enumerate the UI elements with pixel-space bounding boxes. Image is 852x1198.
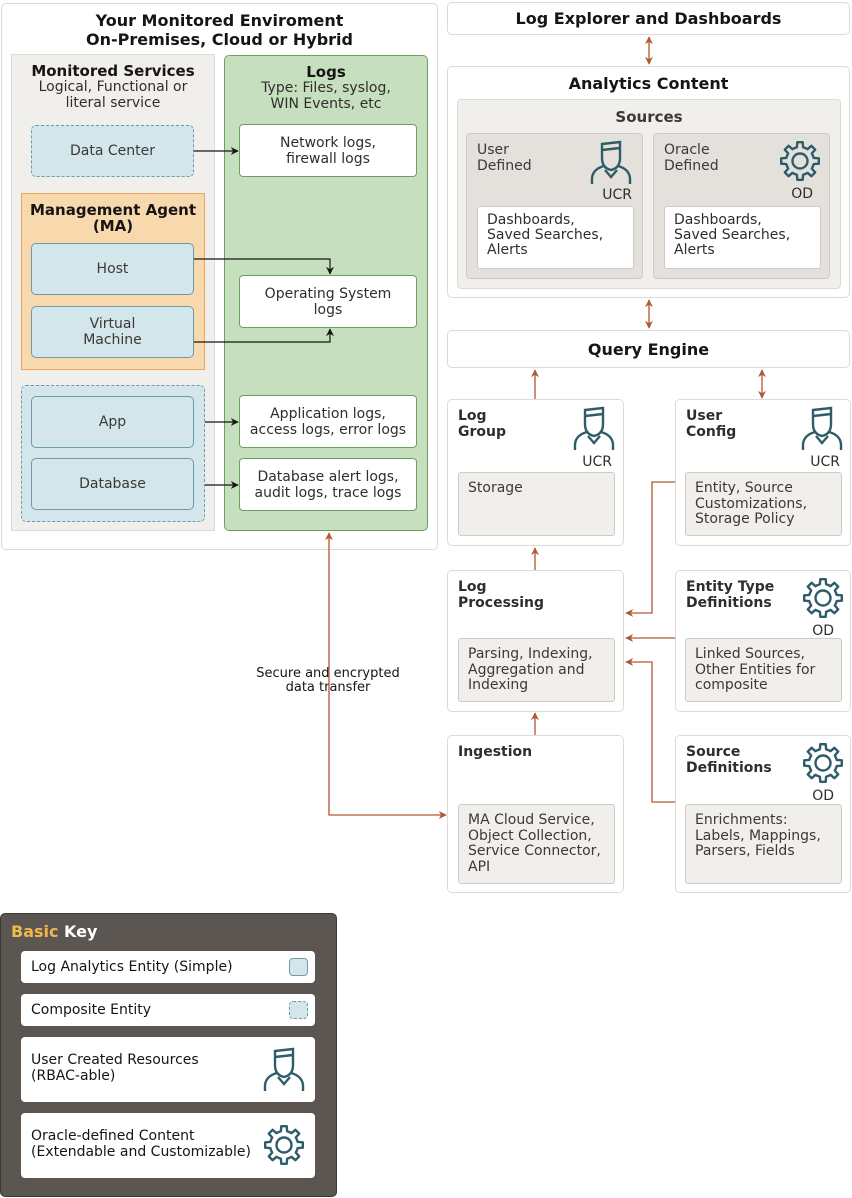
database-entity[interactable]: Database	[31, 458, 194, 510]
arrow-userconfig-processing	[625, 481, 675, 617]
oracle-defined-sources[interactable]: Oracle Defined OD Dashboards, Saved Sear…	[653, 133, 830, 279]
ucr-badge: UCR	[602, 187, 632, 203]
os-logs-box[interactable]: Operating System logs	[239, 275, 417, 328]
log-processing-content: Parsing, Indexing, Aggregation and Index…	[458, 638, 615, 702]
log-processing-box[interactable]: Log Processing Parsing, Indexing, Aggreg…	[447, 570, 624, 712]
log-group-box[interactable]: Log Group UCR Storage	[447, 399, 624, 546]
user-defined-content: Dashboards, Saved Searches, Alerts	[477, 206, 634, 269]
key-item-user-created-resources: User Created Resources (RBAC-able)	[21, 1037, 315, 1102]
ucr-badge: UCR	[582, 454, 612, 470]
user-icon	[588, 138, 634, 184]
ingestion-box[interactable]: Ingestion MA Cloud Service, Object Colle…	[447, 735, 624, 893]
data-center-entity[interactable]: Data Center	[31, 125, 194, 177]
source-definitions-box[interactable]: Source Definitions OD Enrichments: Label…	[675, 735, 851, 893]
storage-content: Storage	[458, 472, 615, 536]
key-item-simple-entity: Log Analytics Entity (Simple)	[21, 951, 315, 983]
secure-transfer-label: Secure and encrypted data transfer	[240, 667, 416, 695]
sources-title: Sources	[615, 108, 683, 126]
user-config-content: Entity, Source Customizations, Storage P…	[685, 472, 842, 536]
basic-key-title-accent: Basic	[11, 922, 59, 941]
source-definitions-content: Enrichments: Labels, Mappings, Parsers, …	[685, 804, 842, 884]
entity-type-content: Linked Sources, Other Entities for compo…	[685, 638, 842, 702]
key-item-oracle-defined-content: Oracle-defined Content (Extendable and C…	[21, 1113, 315, 1178]
simple-entity-swatch	[289, 958, 308, 976]
monitored-environment-title: Your Monitored Enviroment On-Premises, C…	[86, 11, 353, 49]
user-defined-sources[interactable]: User Defined UCR Dashboards, Saved Searc…	[466, 133, 643, 279]
key-item-composite-entity: Composite Entity	[21, 994, 315, 1026]
gear-icon	[777, 139, 823, 183]
basic-key-title: Basic Key	[11, 922, 98, 941]
log-explorer-dashboards-box[interactable]: Log Explorer and Dashboards	[447, 2, 850, 35]
query-engine-box[interactable]: Query Engine	[447, 330, 850, 368]
monitored-services-title: Monitored Services	[31, 62, 195, 80]
analytics-content-title: Analytics Content	[568, 74, 729, 93]
ingestion-content: MA Cloud Service, Object Collection, Ser…	[458, 804, 615, 884]
virtual-machine-entity[interactable]: Virtual Machine	[31, 306, 194, 358]
user-icon	[571, 404, 617, 450]
user-config-box[interactable]: User Config UCR Entity, Source Customiza…	[675, 399, 851, 546]
app-entity[interactable]: App	[31, 396, 194, 448]
user-icon	[261, 1045, 307, 1091]
ucr-badge: UCR	[810, 454, 840, 470]
application-logs-box[interactable]: Application logs, access logs, error logs	[239, 395, 417, 448]
od-badge: OD	[812, 788, 834, 804]
logs-title: Logs	[306, 63, 346, 81]
host-entity[interactable]: Host	[31, 243, 194, 295]
entity-type-definitions-box[interactable]: Entity Type Definitions OD Linked Source…	[675, 570, 851, 712]
od-badge: OD	[791, 186, 813, 202]
gear-icon	[261, 1123, 307, 1167]
gear-icon	[800, 576, 846, 620]
gear-icon	[800, 741, 846, 785]
database-logs-box[interactable]: Database alert logs, audit logs, trace lo…	[239, 458, 417, 511]
composite-entity-swatch	[289, 1001, 308, 1019]
oracle-defined-content: Dashboards, Saved Searches, Alerts	[664, 206, 821, 269]
od-badge: OD	[812, 623, 834, 639]
arrow-sourcedefs-processing	[625, 658, 675, 803]
user-icon	[799, 404, 845, 450]
basic-key-panel: Basic Key Log Analytics Entity (Simple) …	[1, 914, 336, 1196]
network-logs-box[interactable]: Network logs, firewall logs	[239, 124, 417, 177]
